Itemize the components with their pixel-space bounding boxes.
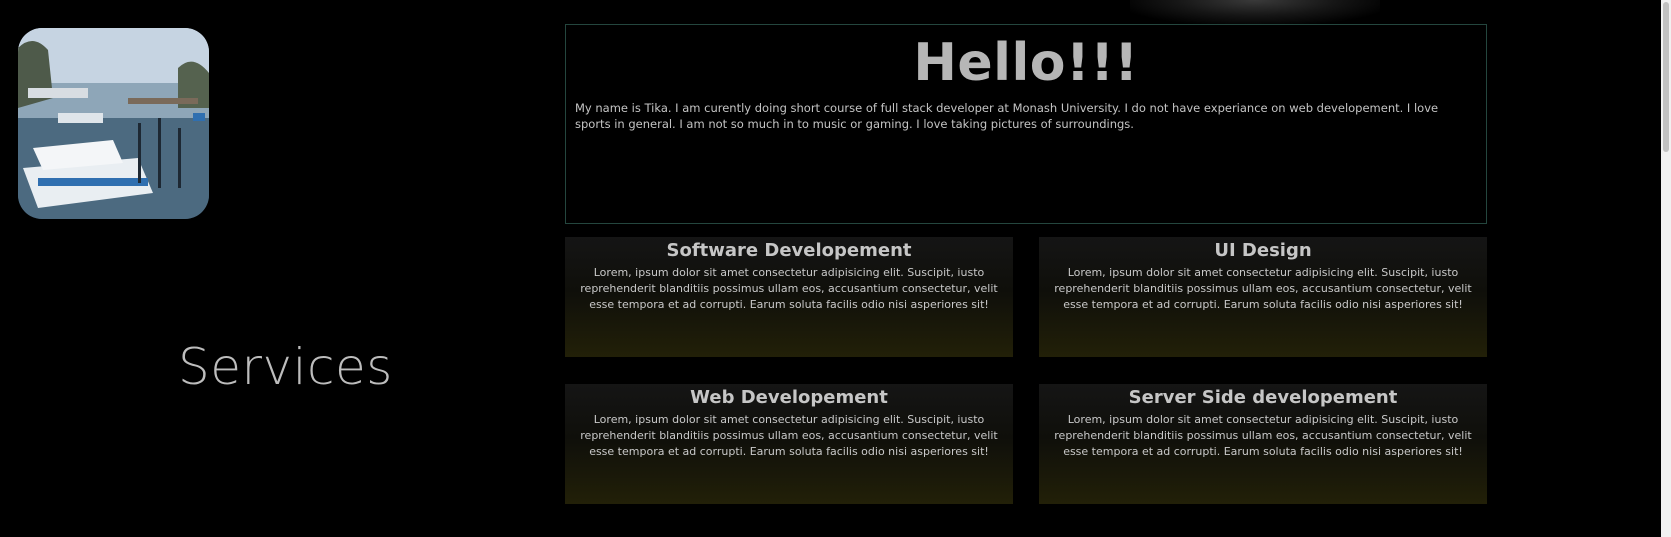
- service-card-text: Lorem, ipsum dolor sit amet consectetur …: [1054, 266, 1472, 311]
- service-card-server-side-development: Server Side developement Lorem, ipsum do…: [1039, 384, 1487, 504]
- background-image-hint: [1130, 0, 1380, 24]
- service-card-title: UI Design: [1214, 240, 1312, 261]
- marina-boats-photo: [18, 28, 209, 219]
- profile-photo: [18, 28, 209, 219]
- services-heading: Services: [178, 338, 393, 396]
- scrollbar-thumb[interactable]: [1663, 2, 1669, 152]
- service-card-text: Lorem, ipsum dolor sit amet consectetur …: [580, 266, 998, 311]
- service-card-ui-design: UI Design Lorem, ipsum dolor sit amet co…: [1039, 237, 1487, 357]
- service-card-title: Server Side developement: [1128, 387, 1398, 408]
- intro-box: Hello!!! My name is Tika. I am curently …: [565, 24, 1487, 224]
- service-card-software-development: Software Developement Lorem, ipsum dolor…: [565, 237, 1013, 357]
- service-card-text: Lorem, ipsum dolor sit amet consectetur …: [580, 413, 998, 458]
- service-card-title: Web Developement: [690, 387, 888, 408]
- service-card-text: Lorem, ipsum dolor sit amet consectetur …: [1054, 413, 1472, 458]
- service-card-web-development: Web Developement Lorem, ipsum dolor sit …: [565, 384, 1013, 504]
- intro-title: Hello!!!: [913, 33, 1139, 93]
- vertical-scrollbar[interactable]: [1661, 0, 1671, 537]
- intro-text: My name is Tika. I am curently doing sho…: [575, 101, 1439, 131]
- page: Services Hello!!! My name is Tika. I am …: [0, 0, 1671, 537]
- service-card-title: Software Developement: [666, 240, 912, 261]
